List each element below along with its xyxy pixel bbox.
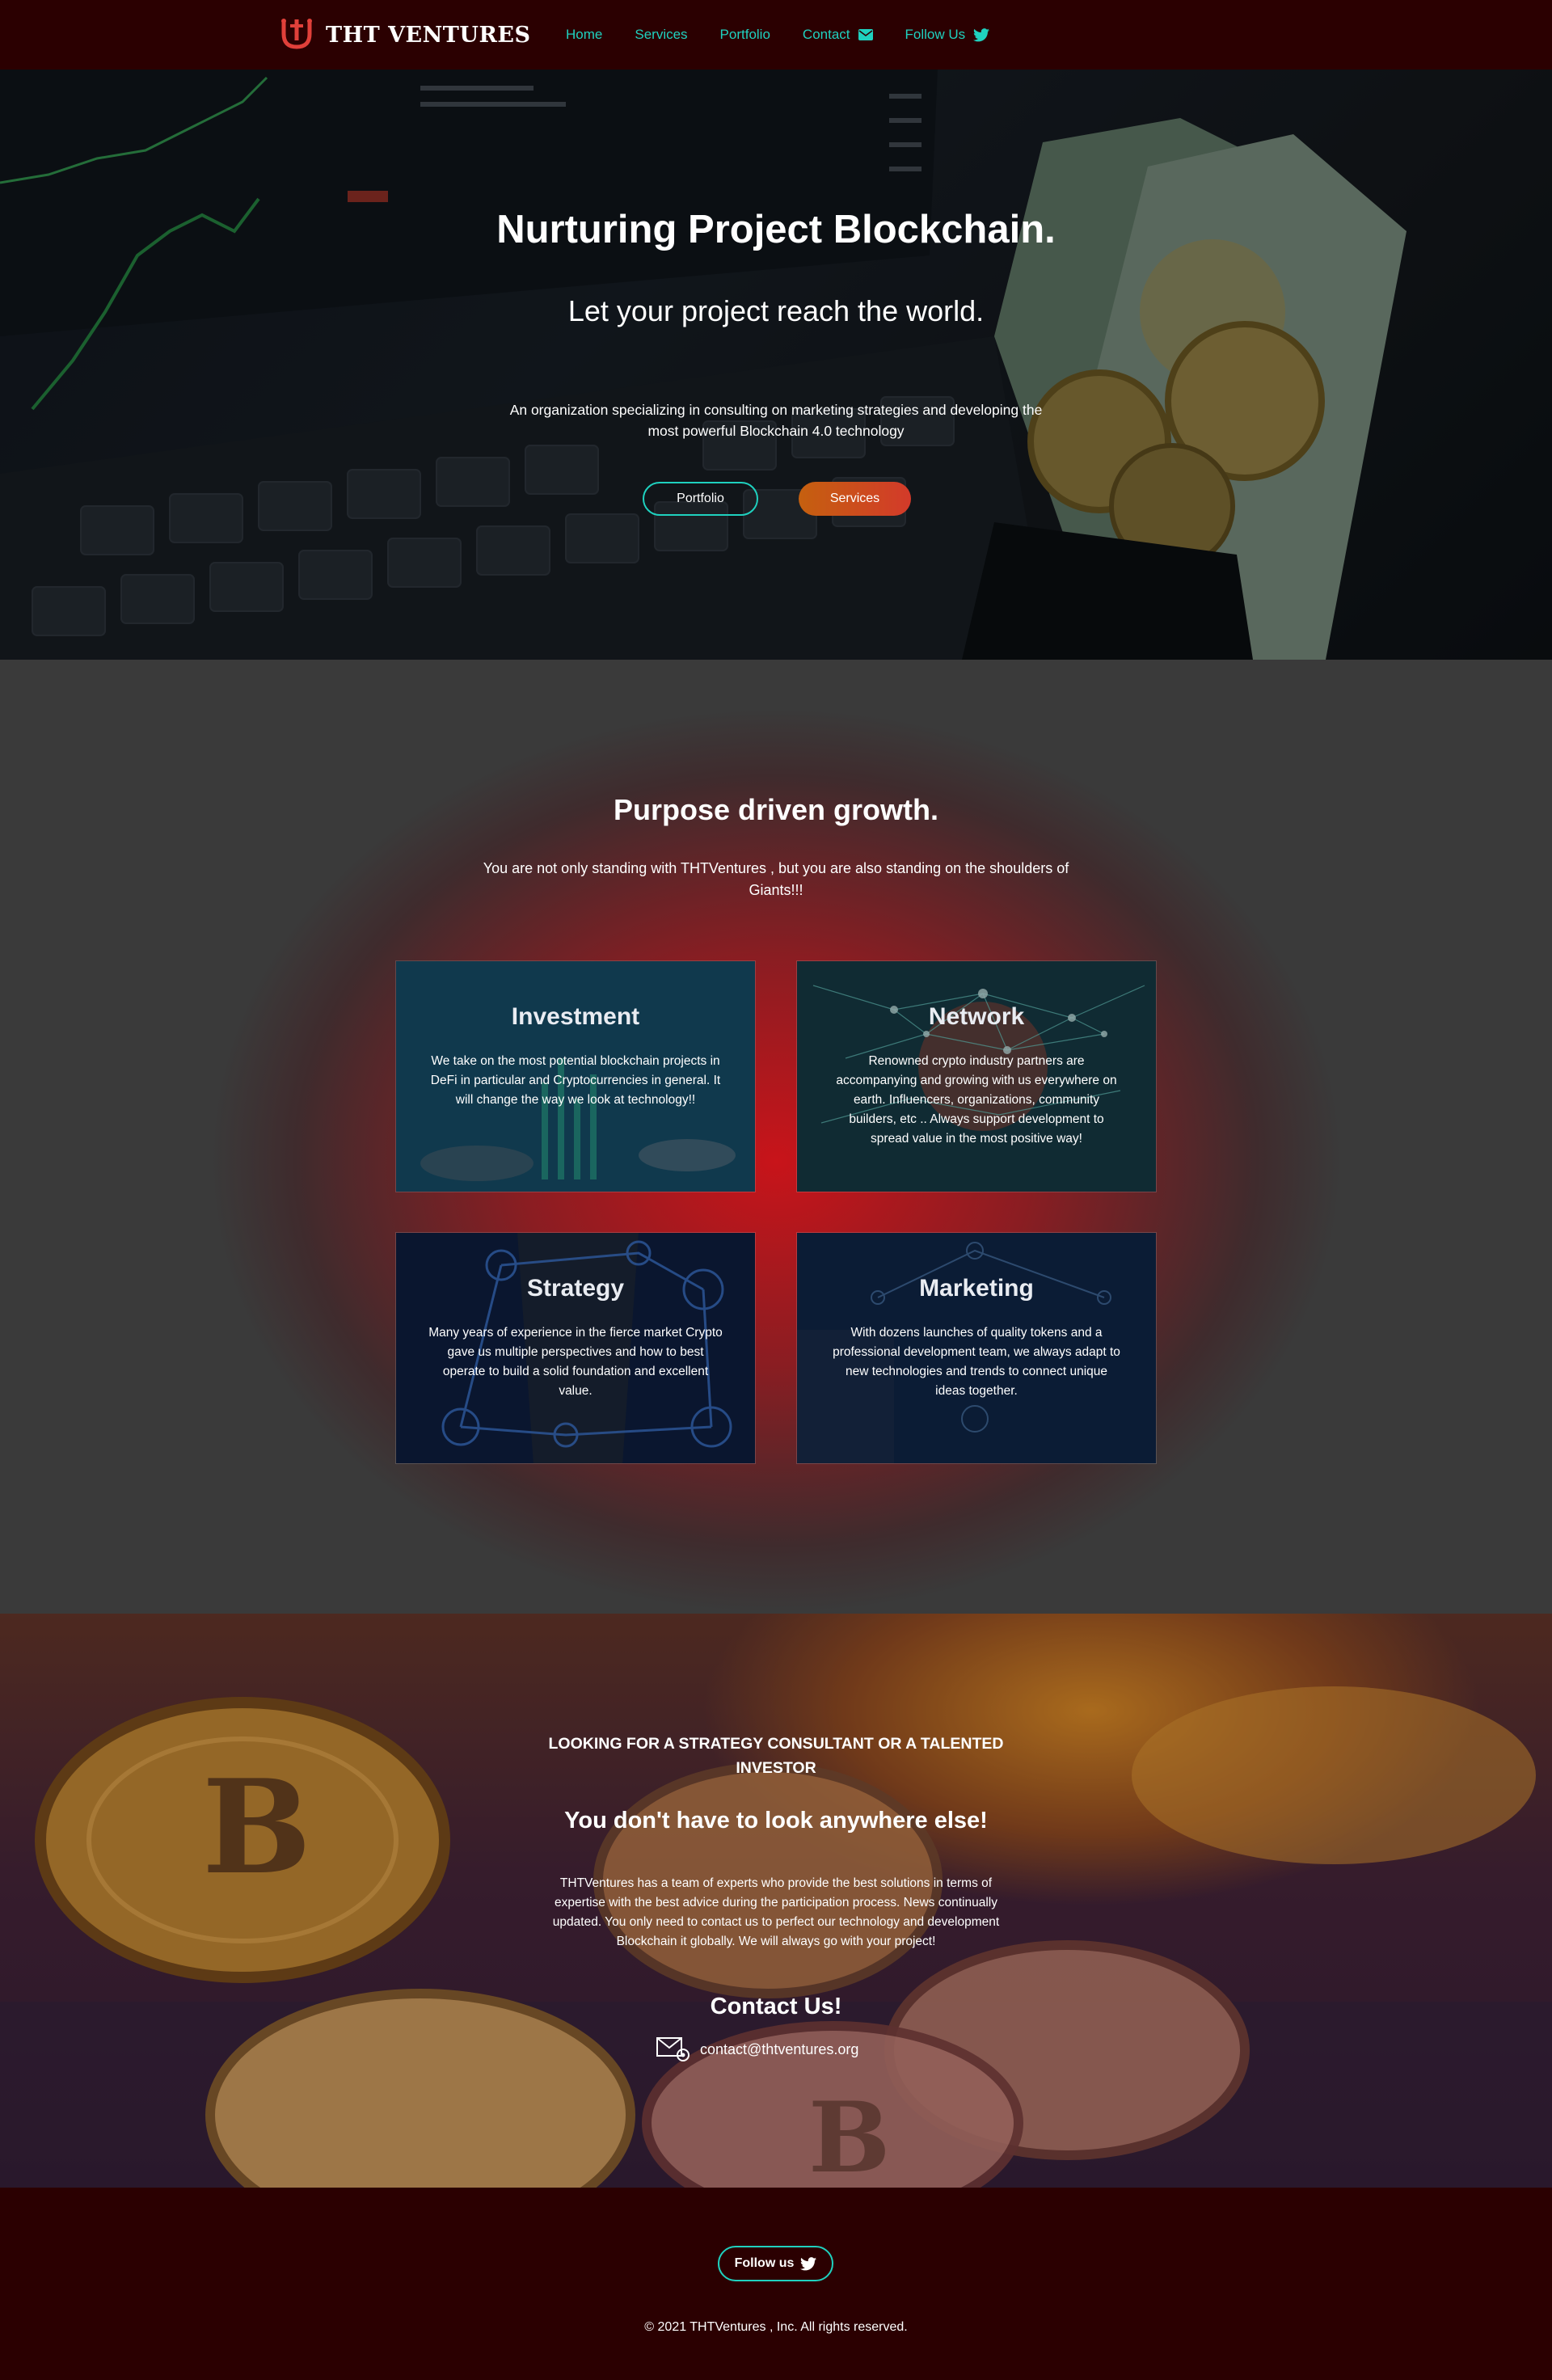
card-text: Renowned crypto industry partners are ac…	[836, 1054, 1117, 1146]
nav-contact[interactable]: Contact	[803, 27, 873, 43]
card-investment[interactable]: Investment We take on the most potential…	[395, 960, 756, 1192]
card-title: Strategy	[526, 1275, 625, 1302]
card-marketing[interactable]: Marketing With dozens launches of qualit…	[796, 1232, 1157, 1464]
cta-title: You don't have to look anywhere else!	[564, 1808, 988, 1834]
nav-follow-label: Follow Us	[905, 27, 966, 42]
hero-overlay	[0, 70, 1552, 660]
card-title: Investment	[511, 1003, 640, 1030]
hero-title: Nurturing Project Blockchain.	[496, 208, 1056, 251]
contact-us-heading: Contact Us!	[710, 1994, 842, 2019]
card-strategy[interactable]: Strategy Many years of experience in the…	[395, 1232, 756, 1464]
footer-follow-button[interactable]: Follow us	[718, 2246, 833, 2281]
services-button[interactable]: Services	[799, 482, 911, 516]
card-title: Network	[928, 1003, 1025, 1030]
nav-follow-us[interactable]: Follow Us	[905, 27, 990, 43]
footer: Follow us © 2021 THTVentures , Inc. All …	[0, 2188, 1552, 2380]
nav-portfolio[interactable]: Portfolio	[720, 27, 770, 43]
portfolio-button[interactable]: Portfolio	[643, 482, 758, 516]
cta-kicker: LOOKING FOR A STRATEGY CONSULTANT OR A T…	[548, 1735, 1004, 1777]
twitter-icon	[800, 2256, 817, 2270]
nav-contact-label: Contact	[802, 27, 850, 42]
contact-email[interactable]: contact@thtventures.org	[656, 2037, 858, 2061]
card-text: Many years of experience in the fierce m…	[428, 1326, 723, 1398]
brand-name: THT VENTURES	[326, 22, 531, 48]
hero-subtitle: Let your project reach the world.	[567, 294, 985, 327]
nav-services[interactable]: Services	[635, 27, 687, 43]
brand-logo[interactable]: THT VENTURES	[279, 15, 530, 55]
twitter-icon	[973, 27, 990, 41]
card-text: We take on the most potential blockchain…	[430, 1054, 721, 1107]
hero-description: An organization specializing in consulti…	[509, 402, 1043, 439]
copyright-text: © 2021 THTVentures , Inc. All rights res…	[644, 2320, 908, 2334]
contact-email-text: contact@thtventures.org	[700, 2040, 859, 2057]
nav-menu: Home Services Portfolio Contact Follow U…	[566, 0, 990, 70]
card-network[interactable]: Network Renowned crypto industry partner…	[796, 960, 1157, 1192]
brand-mark-icon	[281, 19, 312, 49]
purpose-title: Purpose driven growth.	[613, 793, 939, 826]
envelope-icon	[858, 29, 873, 40]
purpose-section: Purpose driven growth. You are not only …	[0, 660, 1552, 1614]
card-title: Marketing	[919, 1275, 1034, 1302]
cta-section: B B LOOKING FOR A STRATEGY CONSULTANT OR…	[0, 1614, 1552, 2188]
top-navbar: THT VENTURES Home Services Portfolio Con…	[0, 0, 1552, 70]
nav-home-label: Home	[566, 27, 603, 42]
purpose-description: You are not only standing with THTVentur…	[483, 860, 1069, 898]
email-at-icon	[656, 2037, 690, 2061]
nav-home[interactable]: Home	[566, 27, 602, 43]
card-text: With dozens launches of quality tokens a…	[833, 1326, 1120, 1398]
nav-portfolio-label: Portfolio	[719, 27, 770, 42]
cta-description: THTVentures has a team of experts who pr…	[552, 1876, 1000, 1948]
follow-label: Follow us	[734, 2256, 795, 2270]
nav-services-label: Services	[635, 27, 688, 42]
hero-section: Nurturing Project Blockchain. Let your p…	[0, 70, 1552, 660]
